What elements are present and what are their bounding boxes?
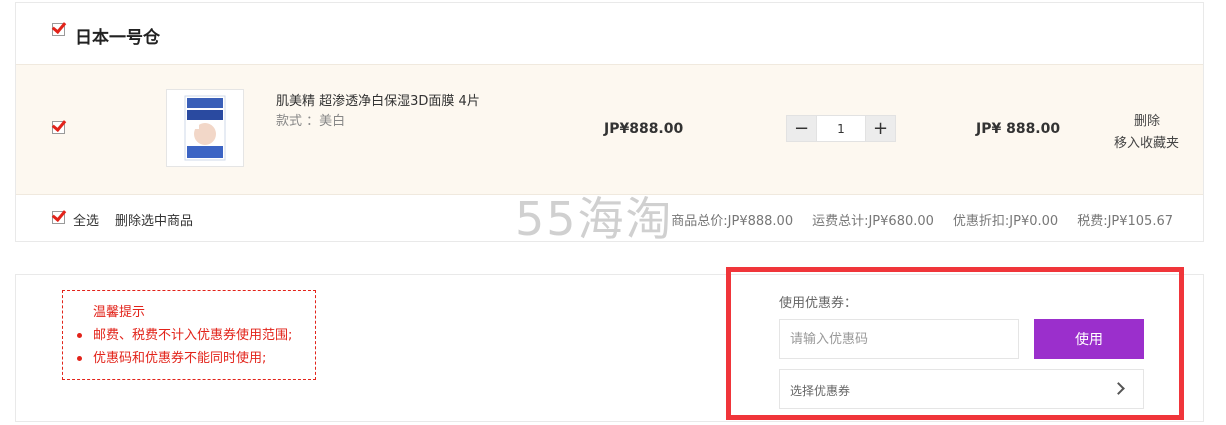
tip-item: 邮费、税费不计入优惠券使用范围; — [75, 327, 292, 350]
shipping-total: 运费总计:JP¥680.00 — [812, 214, 934, 229]
totals-summary: 商品总价:JP¥888.00 运费总计:JP¥680.00 优惠折扣:JP¥0.… — [671, 210, 1173, 229]
product-style: 款式 ：美白 — [276, 114, 346, 129]
discount-total: 优惠折扣:JP¥0.00 — [952, 214, 1059, 229]
tips-list: 邮费、税费不计入优惠券使用范围; 优惠码和优惠券不能同时使用; — [75, 327, 292, 373]
cart-footer: 全选 删除选中商品 商品总价:JP¥888.00 运费总计:JP¥680.00 … — [16, 208, 1203, 229]
tips-box: 温馨提示 邮费、税费不计入优惠券使用范围; 优惠码和优惠券不能同时使用; — [62, 290, 316, 380]
item-checkbox[interactable] — [52, 121, 65, 134]
delete-selected-link[interactable]: 删除选中商品 — [115, 210, 193, 229]
product-name[interactable]: 肌美精 超渗透净白保湿3D面膜 4片 — [276, 90, 480, 109]
decrement-button[interactable]: − — [787, 116, 816, 141]
use-coupon-button[interactable]: 使用 — [1034, 319, 1144, 359]
coupon-code-input[interactable] — [779, 319, 1019, 359]
increment-button[interactable]: + — [866, 116, 895, 141]
product-thumbnail[interactable] — [166, 89, 244, 167]
item-subtotal: JP¥ 888.00 — [976, 121, 1061, 137]
product-image-icon — [184, 95, 226, 161]
select-all-checkbox[interactable] — [52, 211, 65, 224]
tips-title: 温馨提示 — [93, 305, 146, 320]
coupon-select[interactable]: 选择优惠券 — [779, 369, 1144, 409]
delete-item-link[interactable]: 删除 — [1134, 110, 1160, 129]
select-all-label[interactable]: 全选 — [73, 210, 99, 229]
cart-panel: 日本一号仓 肌美精 超渗透净白保湿3D面膜 4片 款式 ：美白 JP¥888.0… — [15, 2, 1204, 242]
warehouse-title: 日本一号仓 — [75, 28, 160, 48]
quantity-value[interactable]: 1 — [816, 116, 866, 141]
quantity-stepper: − 1 + — [786, 115, 896, 142]
coupon-label: 使用优惠券： — [779, 296, 858, 311]
cart-item-row: 肌美精 超渗透净白保湿3D面膜 4片 款式 ：美白 JP¥888.00 − 1 … — [16, 64, 1203, 195]
tip-item: 优惠码和优惠券不能同时使用; — [75, 350, 292, 373]
warehouse-checkbox[interactable] — [52, 23, 65, 36]
goods-total: 商品总价:JP¥888.00 — [671, 214, 794, 229]
move-to-favorites-link[interactable]: 移入收藏夹 — [1114, 132, 1179, 151]
tax-total: 税费:JP¥105.67 — [1077, 214, 1173, 229]
coupon-select-label: 选择优惠券 — [790, 384, 851, 398]
chevron-right-icon — [1112, 382, 1125, 395]
unit-price: JP¥888.00 — [604, 121, 684, 137]
